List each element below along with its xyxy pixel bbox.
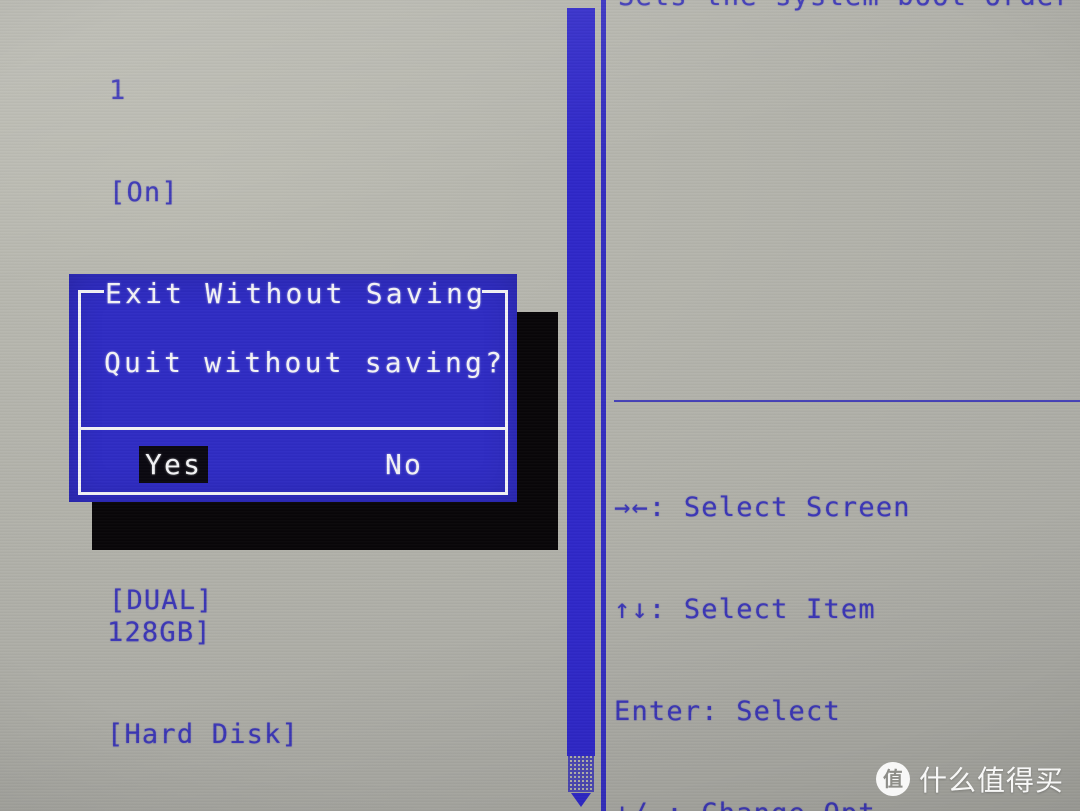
- dialog-button-separator: [78, 427, 508, 430]
- dialog-border-bottom: [78, 492, 508, 495]
- legend-divider: [614, 400, 1080, 402]
- panel-divider: [601, 0, 606, 811]
- yes-button[interactable]: Yes: [139, 446, 209, 483]
- help-description-text: Sets the system boot order: [618, 0, 1072, 14]
- dialog-border-top-left: [78, 290, 104, 293]
- no-button[interactable]: No: [385, 448, 423, 481]
- dialog-title: Exit Without Saving: [105, 277, 487, 310]
- dialog-border-left: [78, 290, 81, 495]
- legend-row-select-screen: →←: Select Screen: [614, 492, 911, 523]
- watermark: 值 什么值得买: [875, 759, 1064, 799]
- scrollbar-thumb[interactable]: [567, 8, 595, 756]
- key-legend-list: →←: Select Screen ↑↓: Select Item Enter:…: [614, 423, 998, 811]
- exit-without-saving-dialog: Exit Without Saving Quit without saving?…: [69, 274, 517, 502]
- triangle-down-icon[interactable]: [571, 793, 591, 807]
- option-value-row[interactable]: [On]: [109, 176, 284, 210]
- legend-row-select-item: ↑↓: Select Item: [614, 594, 876, 625]
- vertical-scrollbar[interactable]: [567, 0, 595, 811]
- boot-option-row[interactable]: [Hard Disk]: [107, 718, 456, 752]
- option-value-row[interactable]: 1: [109, 74, 284, 108]
- legend-row-change-opt: +/-: Change Opt.: [614, 797, 998, 811]
- dialog-border-right: [505, 290, 508, 495]
- boot-order-values-list: 128GB] [Hard Disk] [CD/DVD] [USB Device:…: [107, 548, 456, 811]
- scrollbar-track[interactable]: [568, 756, 594, 792]
- watermark-text: 什么值得买: [918, 764, 1064, 797]
- dialog-message: Quit without saving?: [104, 346, 506, 379]
- legend-row-enter-select: Enter: Select: [614, 696, 841, 727]
- boot-option-row[interactable]: 128GB]: [107, 616, 456, 650]
- watermark-logo-icon: 值: [875, 762, 910, 796]
- bios-setup-screen: Sets the system boot order 1 [On] [Enabl…: [0, 0, 1080, 811]
